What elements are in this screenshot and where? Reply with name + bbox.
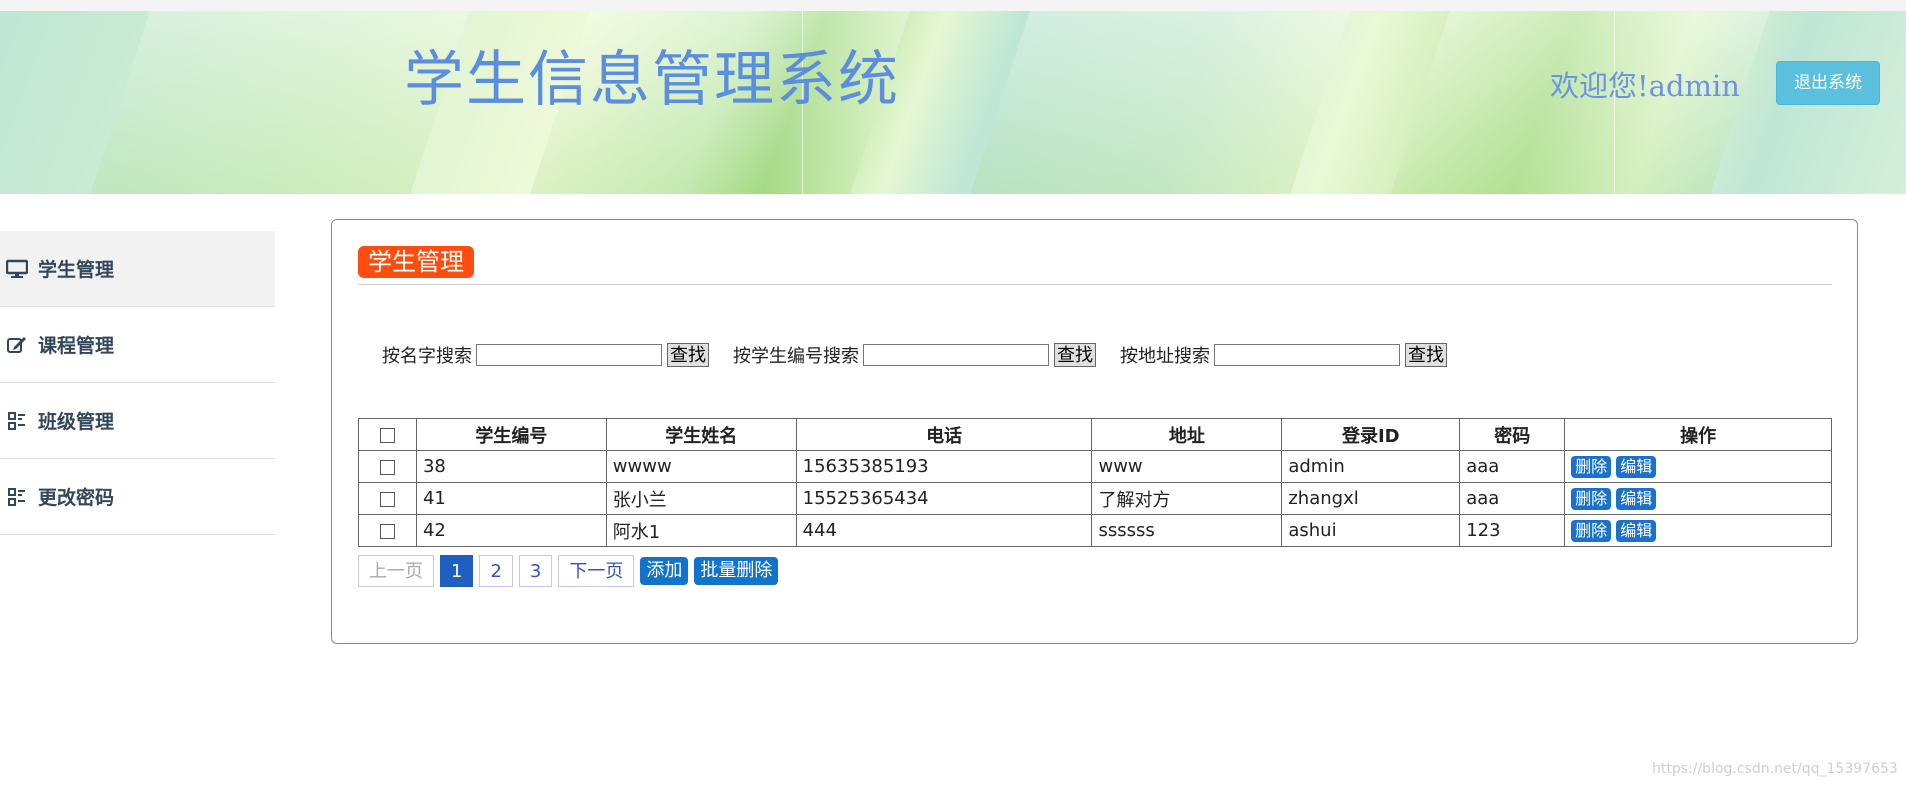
batch-delete-button[interactable]: 批量删除 (694, 557, 779, 585)
edit-button[interactable]: 编辑 (1616, 487, 1657, 510)
sidebar-item-password[interactable]: 更改密码 (0, 459, 275, 535)
sidebar-item-label: 班级管理 (38, 411, 115, 433)
table-row: 38 wwww 15635385193 www admin aaa 删除 编辑 (358, 450, 1832, 483)
search-id-button[interactable]: 查找 (1054, 343, 1096, 367)
grid-icon (4, 410, 30, 432)
section-title: 学生管理 (358, 246, 474, 278)
row-checkbox[interactable] (358, 450, 417, 483)
student-table: 学生编号 学生姓名 电话 地址 登录ID 密码 操作 38 wwww 15635… (358, 418, 1832, 547)
column-header: 登录ID (1281, 418, 1461, 451)
page-1-button[interactable]: 1 (440, 555, 474, 587)
search-id-input[interactable] (863, 344, 1049, 366)
sidebar-item-course[interactable]: 课程管理 (0, 307, 275, 383)
cell-actions: 删除 编辑 (1564, 450, 1832, 483)
main-panel: 学生管理 按名字搜索 查找 按学生编号搜索 查找 按地址搜索 查找 学生编号 学… (331, 219, 1858, 644)
cell-id: 38 (415, 450, 607, 483)
delete-button[interactable]: 删除 (1571, 487, 1612, 510)
pagination: 上一页 1 2 3 下一页 添加 批量删除 (358, 555, 784, 587)
cell-phone: 15525365434 (795, 482, 1093, 515)
banner-leaf-decoration (970, 11, 1350, 194)
delete-button[interactable]: 删除 (1571, 455, 1612, 478)
cell-name: 张小兰 (605, 482, 797, 515)
table-header-row: 学生编号 学生姓名 电话 地址 登录ID 密码 操作 (358, 418, 1832, 451)
column-header: 学生编号 (415, 418, 607, 451)
sidebar-item-class[interactable]: 班级管理 (0, 383, 275, 459)
page-2-button[interactable]: 2 (479, 555, 513, 587)
cell-id: 41 (415, 482, 607, 515)
cell-address: ssssss (1091, 514, 1283, 547)
edit-button[interactable]: 编辑 (1616, 519, 1657, 542)
search-address-input[interactable] (1214, 344, 1400, 366)
cell-login: zhangxl (1281, 482, 1461, 515)
cell-password: aaa (1459, 450, 1566, 483)
row-checkbox[interactable] (358, 514, 417, 547)
search-address-label: 按地址搜索 (1120, 346, 1210, 367)
cell-name: wwww (605, 450, 797, 483)
cell-name: 阿水1 (605, 514, 797, 547)
checkbox-icon (379, 523, 395, 539)
cell-password: aaa (1459, 482, 1566, 515)
grid-icon (4, 486, 30, 508)
column-header: 密码 (1459, 418, 1566, 451)
cell-address: 了解对方 (1091, 482, 1283, 515)
checkbox-icon (379, 459, 395, 475)
sidebar-item-label: 学生管理 (38, 259, 115, 281)
sidebar: 学生管理 课程管理 班级管理 更改密码 (0, 231, 275, 535)
search-bar: 按名字搜索 查找 按学生编号搜索 查找 按地址搜索 查找 (382, 342, 1471, 368)
column-header: 电话 (795, 418, 1093, 451)
edit-icon (4, 334, 30, 356)
logout-button[interactable]: 退出系统 (1776, 61, 1880, 105)
cell-actions: 删除 编辑 (1564, 514, 1832, 547)
search-name-input[interactable] (476, 344, 662, 366)
edit-button[interactable]: 编辑 (1616, 455, 1657, 478)
column-header: 学生姓名 (605, 418, 797, 451)
add-button[interactable]: 添加 (640, 557, 689, 585)
cell-login: admin (1281, 450, 1461, 483)
checkbox-icon (379, 491, 395, 507)
monitor-icon (4, 258, 30, 280)
cell-password: 123 (1459, 514, 1566, 547)
cell-address: www (1091, 450, 1283, 483)
cell-id: 42 (415, 514, 607, 547)
search-name-button[interactable]: 查找 (667, 343, 709, 367)
page-3-button[interactable]: 3 (518, 555, 553, 587)
column-header: 地址 (1091, 418, 1283, 451)
app-title: 学生信息管理系统 (404, 45, 900, 115)
sidebar-item-label: 课程管理 (38, 335, 115, 357)
search-id-label: 按学生编号搜索 (733, 346, 859, 367)
select-all-checkbox[interactable] (358, 418, 417, 451)
section-divider (358, 284, 1832, 285)
header-banner: 学生信息管理系统 欢迎您!admin 退出系统 (0, 11, 1906, 194)
search-name-label: 按名字搜索 (382, 346, 472, 367)
cell-phone: 15635385193 (795, 450, 1093, 483)
column-header: 操作 (1564, 418, 1832, 451)
table-row: 42 阿水1 444 ssssss ashui 123 删除 编辑 (358, 514, 1832, 547)
checkbox-icon (379, 427, 395, 443)
row-checkbox[interactable] (358, 482, 417, 515)
welcome-text: 欢迎您!admin (1550, 69, 1740, 103)
sidebar-item-student[interactable]: 学生管理 (0, 231, 275, 307)
prev-page-button[interactable]: 上一页 (358, 555, 434, 587)
search-address-button[interactable]: 查找 (1405, 343, 1447, 367)
sidebar-item-label: 更改密码 (38, 487, 115, 509)
cell-phone: 444 (795, 514, 1093, 547)
table-row: 41 张小兰 15525365434 了解对方 zhangxl aaa 删除 编辑 (358, 482, 1832, 515)
cell-actions: 删除 编辑 (1564, 482, 1832, 515)
delete-button[interactable]: 删除 (1571, 519, 1612, 542)
watermark: https://blog.csdn.net/qq_15397653 (1652, 761, 1898, 777)
next-page-button[interactable]: 下一页 (558, 555, 635, 587)
cell-login: ashui (1281, 514, 1461, 547)
